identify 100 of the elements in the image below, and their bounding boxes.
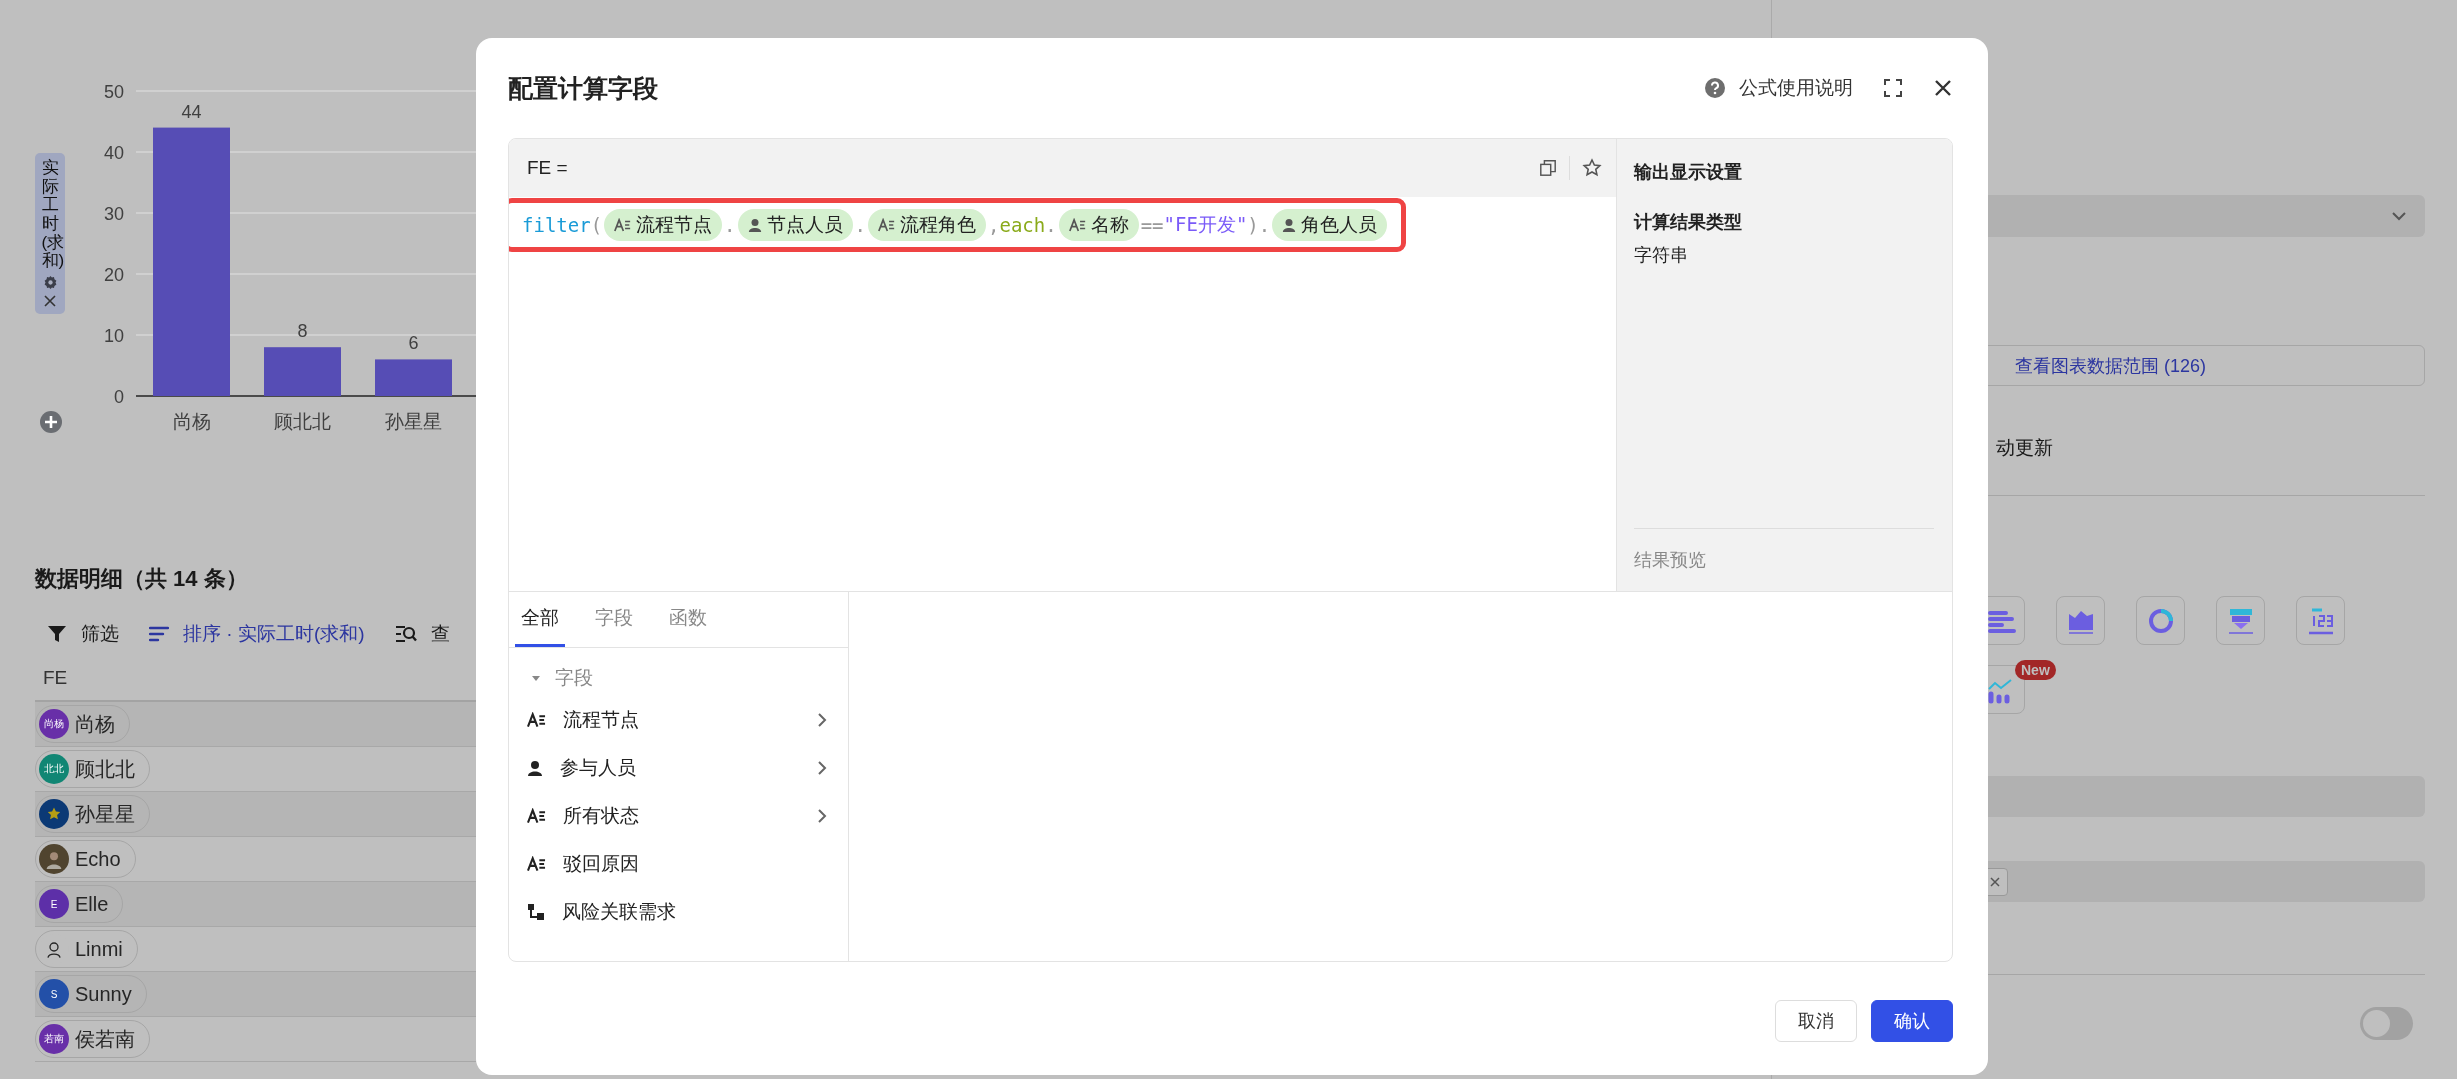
auto-update-label: 动更新: [1996, 437, 2053, 458]
result-type-label: 计算结果类型: [1634, 211, 1743, 234]
user-name: 孙星星: [75, 801, 135, 827]
avatar: 若南: [39, 1024, 69, 1054]
group-header[interactable]: 字段: [527, 660, 593, 696]
avatar: E: [39, 889, 69, 919]
caret-icon: [531, 673, 541, 683]
data-label: 44: [181, 101, 202, 122]
formula-operator: .: [724, 214, 736, 236]
close-icon[interactable]: [43, 294, 57, 309]
text-field-icon: [1068, 218, 1086, 232]
formula-operator: ,: [988, 214, 1000, 236]
filter-button[interactable]: 筛选: [47, 621, 119, 647]
y-tick-label: 20: [103, 265, 124, 285]
person-icon: [747, 218, 762, 232]
avatar: S: [39, 979, 69, 1009]
user-name: Elle: [75, 892, 109, 916]
chevron-right-icon: [817, 760, 827, 776]
text-field-icon: [527, 856, 546, 872]
text-field-icon: [527, 712, 546, 728]
tab[interactable]: 全部: [515, 592, 565, 647]
search-icon: [394, 624, 417, 644]
settings-icon[interactable]: [42, 275, 58, 291]
field-token[interactable]: 名称: [1058, 209, 1139, 241]
relation-icon: [527, 903, 545, 921]
field-token[interactable]: 角色人员: [1272, 209, 1388, 241]
confirm-button[interactable]: 确认: [1871, 1000, 1953, 1042]
donut-chart-icon[interactable]: [2136, 596, 2185, 645]
formula-function: filter: [522, 214, 591, 236]
new-badge: New: [2015, 660, 2056, 680]
y-tick-label: 50: [103, 82, 124, 102]
sort-icon: [149, 624, 169, 644]
data-range-button[interactable]: 查看图表数据范围 (126): [1988, 345, 2425, 386]
x-axis-label: 孙星星: [385, 411, 442, 432]
area-chart-icon[interactable]: [2056, 596, 2105, 645]
field-list-item[interactable]: 风险关联需求: [527, 888, 827, 936]
tab[interactable]: 函数: [663, 592, 713, 647]
formula-operator: .: [854, 214, 866, 236]
formula-operator: .: [1045, 214, 1057, 236]
text-field-icon: [614, 218, 632, 232]
text-field-icon: [527, 808, 546, 824]
help-icon: [1705, 78, 1725, 98]
filter-icon: [47, 624, 67, 644]
formula-operator: ).: [1247, 214, 1271, 236]
formula-string: "FE开发": [1163, 212, 1248, 237]
field-bar[interactable]: [1988, 776, 2425, 817]
star-icon[interactable]: [1582, 158, 1602, 178]
y-tick-label: 30: [103, 204, 124, 224]
avatar: 北北: [39, 754, 69, 784]
number-chart-icon[interactable]: [2296, 596, 2345, 645]
formula-operator: (: [590, 214, 603, 236]
chevron-down-icon: [2391, 211, 2407, 221]
formula-operator: ==: [1140, 214, 1164, 236]
x-axis-label: 顾北北: [274, 411, 331, 432]
chevron-right-icon: [817, 712, 827, 728]
text-field-icon: [878, 218, 895, 232]
field-bar[interactable]: [1988, 861, 2425, 902]
field-name: FE =: [527, 157, 569, 179]
y-tick-label: 10: [103, 326, 124, 346]
user-name: Echo: [75, 847, 121, 871]
dialog-title: 配置计算字段: [508, 72, 659, 104]
result-preview-label: 结果预览: [1634, 549, 1707, 572]
add-icon[interactable]: [39, 410, 63, 435]
user-name: Linmi: [75, 937, 123, 961]
fullscreen-icon[interactable]: [1883, 78, 1903, 98]
person-icon: [527, 760, 543, 776]
tab[interactable]: 字段: [589, 592, 639, 647]
field-token[interactable]: 节点人员: [737, 209, 853, 241]
section-title: 数据明细（共 14 条）: [35, 565, 249, 593]
field-token[interactable]: 流程角色: [868, 209, 986, 241]
chevron-right-icon: [817, 808, 827, 824]
formula-keyword: each: [999, 214, 1046, 236]
field-list-item[interactable]: 所有状态: [527, 792, 827, 840]
user-name: 顾北北: [75, 756, 135, 782]
avatar: 尚杨: [39, 709, 69, 739]
field-list-item[interactable]: 驳回原因: [527, 840, 827, 888]
data-label: 8: [297, 321, 308, 342]
y-tick-label: 40: [103, 143, 124, 163]
help-link[interactable]: 公式使用说明: [1705, 75, 1853, 101]
data-label: 6: [408, 333, 419, 354]
panel-heading: 输出显示设置: [1634, 161, 1743, 184]
user-name: 尚杨: [75, 711, 115, 737]
person-icon: [1282, 218, 1297, 232]
column-header: FE: [43, 667, 68, 688]
sort-button[interactable]: 排序 · 实际工时(求和): [149, 621, 365, 647]
toggle-switch[interactable]: [2360, 1007, 2413, 1040]
user-name: 侯若南: [75, 1026, 135, 1052]
funnel-chart-icon[interactable]: [2216, 596, 2265, 645]
field-list-item[interactable]: 流程节点: [527, 696, 827, 744]
field-list-item[interactable]: 参与人员: [527, 744, 827, 792]
field-token[interactable]: 流程节点: [604, 209, 723, 241]
cancel-button[interactable]: 取消: [1775, 1000, 1857, 1042]
close-icon[interactable]: [1933, 78, 1953, 98]
axis-field-pill[interactable]: 实际工时(求和): [35, 153, 65, 315]
y-tick-label: 0: [114, 387, 124, 407]
user-name: Sunny: [75, 982, 132, 1006]
search-button[interactable]: 查: [394, 621, 450, 647]
x-axis-label: 尚杨: [172, 411, 211, 432]
result-type-value: 字符串: [1634, 244, 1689, 267]
copy-icon[interactable]: [1539, 159, 1557, 177]
